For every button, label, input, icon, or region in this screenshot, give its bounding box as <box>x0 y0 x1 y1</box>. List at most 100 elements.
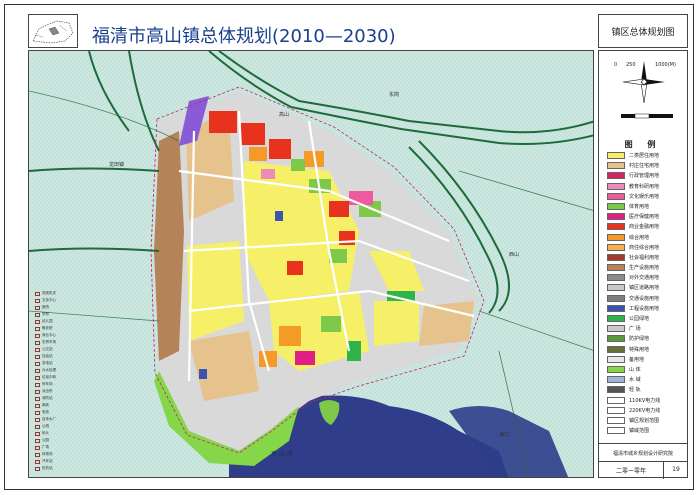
legend-item: 文化娱乐用地 <box>607 192 687 202</box>
legend-label: 文化娱乐用地 <box>629 193 660 200</box>
industry-west <box>154 131 184 361</box>
facility-note: 广场 <box>35 445 75 452</box>
sheet-title: 镇区总体规划图 <box>611 28 675 38</box>
scale-label-zero: 0 <box>614 62 618 68</box>
legend-label: 镇区道路用地 <box>629 285 660 292</box>
legend-label: 商业金融用地 <box>629 224 660 231</box>
legend-label: 商住综合用地 <box>629 244 660 251</box>
land-use-map: 党政机关 文化中心 医院 学校 幼儿园 敬老院 商业中心 农贸市场 公交站 加油站 变电站 污水处理垃… <box>28 50 594 478</box>
facility-note: 邮政 <box>35 403 75 410</box>
date-label: 二零一零年 <box>615 468 646 475</box>
legend-swatch <box>607 274 625 282</box>
legend-item: 广 场 <box>607 324 687 334</box>
legend-swatch <box>607 335 625 343</box>
legend-swatch <box>607 202 625 210</box>
legend-label: 医疗保健用地 <box>629 214 660 221</box>
facility-note: 体育场 <box>35 452 75 459</box>
legend-item: 生产设施用地 <box>607 263 687 273</box>
facility-note: 医院 <box>35 305 75 312</box>
education-block <box>261 169 275 179</box>
facility-note: 汽车站 <box>35 459 75 466</box>
legend-swatch <box>607 345 625 353</box>
residential-east-2 <box>374 301 419 346</box>
legend-label: 特殊用地 <box>629 346 650 353</box>
legend-label: 镇域范围 <box>629 428 650 435</box>
legend-swatch <box>607 182 625 190</box>
legend-label: 对外交通用地 <box>629 275 660 282</box>
legend-label: 220KV电力线 <box>629 407 661 414</box>
mixed-use-block <box>279 326 301 346</box>
legend-swatch <box>607 253 625 261</box>
legend-item: 镇区道路用地 <box>607 283 687 293</box>
utility-block <box>275 211 283 221</box>
legend-swatch <box>607 233 625 241</box>
commercial-block <box>287 261 303 275</box>
legend-label: 交通设施用地 <box>629 295 660 302</box>
legend-label: 公园绿地 <box>629 316 650 322</box>
place-label: 高山 <box>279 112 290 118</box>
place-label: 西山 <box>509 252 520 258</box>
legend-swatch <box>607 213 625 221</box>
legend-label: 综合用地 <box>629 234 650 241</box>
legend-label: 社会福利用地 <box>629 254 660 261</box>
legend-label: 防护绿地 <box>629 336 650 343</box>
facility-note: 公厕 <box>35 424 75 431</box>
place-label: 东岗 <box>389 92 400 98</box>
culture-block <box>349 191 373 205</box>
legend-swatch <box>607 223 625 231</box>
side-title-box: 镇区总体规划图 <box>598 14 688 48</box>
legend-item: 交通设施用地 <box>607 294 687 304</box>
legend-label: 广 场 <box>629 326 641 333</box>
facility-note: 码头 <box>35 431 75 438</box>
legend-item: 220KV电力线 <box>607 406 687 416</box>
legend-swatch <box>607 376 625 384</box>
facility-note: 消防站 <box>35 396 75 403</box>
legend-item: 工程设施用地 <box>607 304 687 314</box>
legend-item: 行政管理用地 <box>607 171 687 181</box>
legend-item: 镇域范围 <box>607 426 687 436</box>
scale-bar <box>605 107 685 127</box>
legend-swatch <box>607 325 625 333</box>
bay-label: 高 山 湾 <box>271 451 293 458</box>
scale-label-mid: 250 <box>626 62 636 68</box>
legend-label: 生产设施用地 <box>629 265 660 272</box>
park <box>291 159 305 171</box>
legend-swatch <box>607 355 625 363</box>
park <box>321 316 341 332</box>
legend-label: 行政管理用地 <box>629 173 660 180</box>
legend-swatch <box>607 243 625 251</box>
commercial-block <box>329 201 349 217</box>
facility-note: 商业中心 <box>35 333 75 340</box>
legend-item: 110KV电力线 <box>607 396 687 406</box>
facility-note: 公交站 <box>35 347 75 354</box>
facility-note: 学校 <box>35 312 75 319</box>
legend-item: 特殊用地 <box>607 345 687 355</box>
legend-swatch <box>607 264 625 272</box>
village-east <box>419 301 474 346</box>
legend-label: 轻 轨 <box>629 387 641 394</box>
locator-map-icon <box>29 15 77 47</box>
medical-block <box>295 351 315 365</box>
legend-item: 二类居住用地 <box>607 151 687 161</box>
scale-label-max: 1000(M) <box>655 62 676 68</box>
legend-label: 镇区规划范围 <box>629 417 660 424</box>
legend-item: 教育科研用地 <box>607 182 687 192</box>
commercial-block <box>241 123 265 145</box>
legend-swatch <box>607 192 625 200</box>
facility-note: 电信 <box>35 410 75 417</box>
legend-item: 村庄住宅用地 <box>607 161 687 171</box>
facility-note: 幼儿园 <box>35 319 75 326</box>
legend-swatch <box>607 396 625 404</box>
legend-title: 图 例 <box>624 140 662 149</box>
map-header: 福清市高山镇总体规划(2010—2030) <box>28 14 594 48</box>
facility-note: 农贸市场 <box>35 340 75 347</box>
legend-item: 体育用地 <box>607 202 687 212</box>
place-label: 海口 <box>499 432 510 438</box>
legend-item: 商业金融用地 <box>607 222 687 232</box>
legend-swatch <box>607 406 625 414</box>
footer-row: 二零一零年 19 <box>599 461 687 479</box>
legend-swatch <box>607 427 625 435</box>
facility-note: 自来水厂 <box>35 417 75 424</box>
legend-swatch <box>607 304 625 312</box>
legend-panel: 0 250 1000(M) 图 例 二类居住用地 村庄住宅用地 行政管理用地教育科研… <box>598 50 688 479</box>
